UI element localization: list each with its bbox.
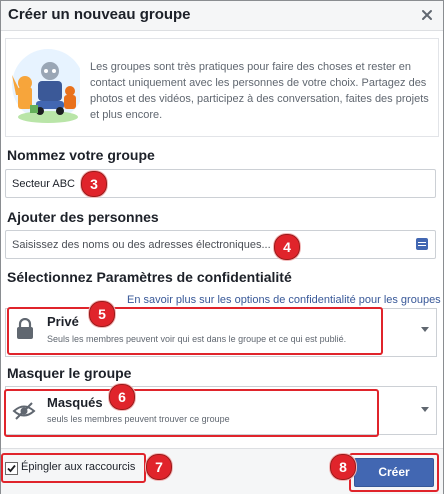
privacy-option-title: Privé (47, 314, 79, 329)
dialog-title: Créer un nouveau groupe (8, 6, 191, 23)
group-name-value: Secteur ABC (12, 178, 75, 190)
annotation-badge-5: 5 (89, 301, 115, 327)
privacy-label: Sélectionnez Paramètres de confidentiali… (7, 269, 292, 285)
dialog-titlebar: Créer un nouveau groupe (1, 1, 443, 31)
groups-illustration-icon (12, 49, 80, 123)
add-people-label: Ajouter des personnes (7, 209, 159, 225)
annotation-badge-7: 7 (146, 454, 172, 480)
privacy-option-desc: Seuls les membres peuvent voir qui est d… (47, 334, 347, 344)
info-banner: Les groupes sont très pratiques pour fai… (5, 38, 439, 137)
chevron-down-icon (421, 327, 429, 332)
annotation-box-pin (1, 453, 146, 483)
visibility-option-desc: seuls les membres peuvent trouver ce gro… (47, 414, 230, 424)
chevron-down-icon (421, 407, 429, 412)
annotation-badge-8: 8 (330, 454, 356, 480)
hide-group-label: Masquer le groupe (7, 365, 132, 381)
add-people-placeholder: Saisissez des noms ou des adresses élect… (12, 239, 271, 251)
annotation-box-create (349, 453, 439, 492)
close-icon[interactable] (419, 7, 435, 23)
name-label: Nommez votre groupe (7, 147, 155, 163)
annotation-badge-3: 3 (81, 171, 107, 197)
group-name-input[interactable]: Secteur ABC (5, 169, 436, 198)
add-people-input[interactable]: Saisissez des noms ou des adresses élect… (5, 230, 436, 259)
lock-icon (17, 318, 33, 339)
compose-icon[interactable] (416, 238, 428, 250)
create-group-dialog: Créer un nouveau groupe Les groupes sont… (0, 0, 444, 494)
annotation-badge-6: 6 (109, 384, 135, 410)
privacy-learn-more-link[interactable]: En savoir plus sur les options de confid… (127, 294, 441, 306)
annotation-badge-4: 4 (274, 234, 300, 260)
hidden-eye-icon (12, 402, 36, 420)
visibility-option-title: Masqués (47, 395, 103, 410)
banner-text: Les groupes sont très pratiques pour fai… (90, 61, 429, 121)
